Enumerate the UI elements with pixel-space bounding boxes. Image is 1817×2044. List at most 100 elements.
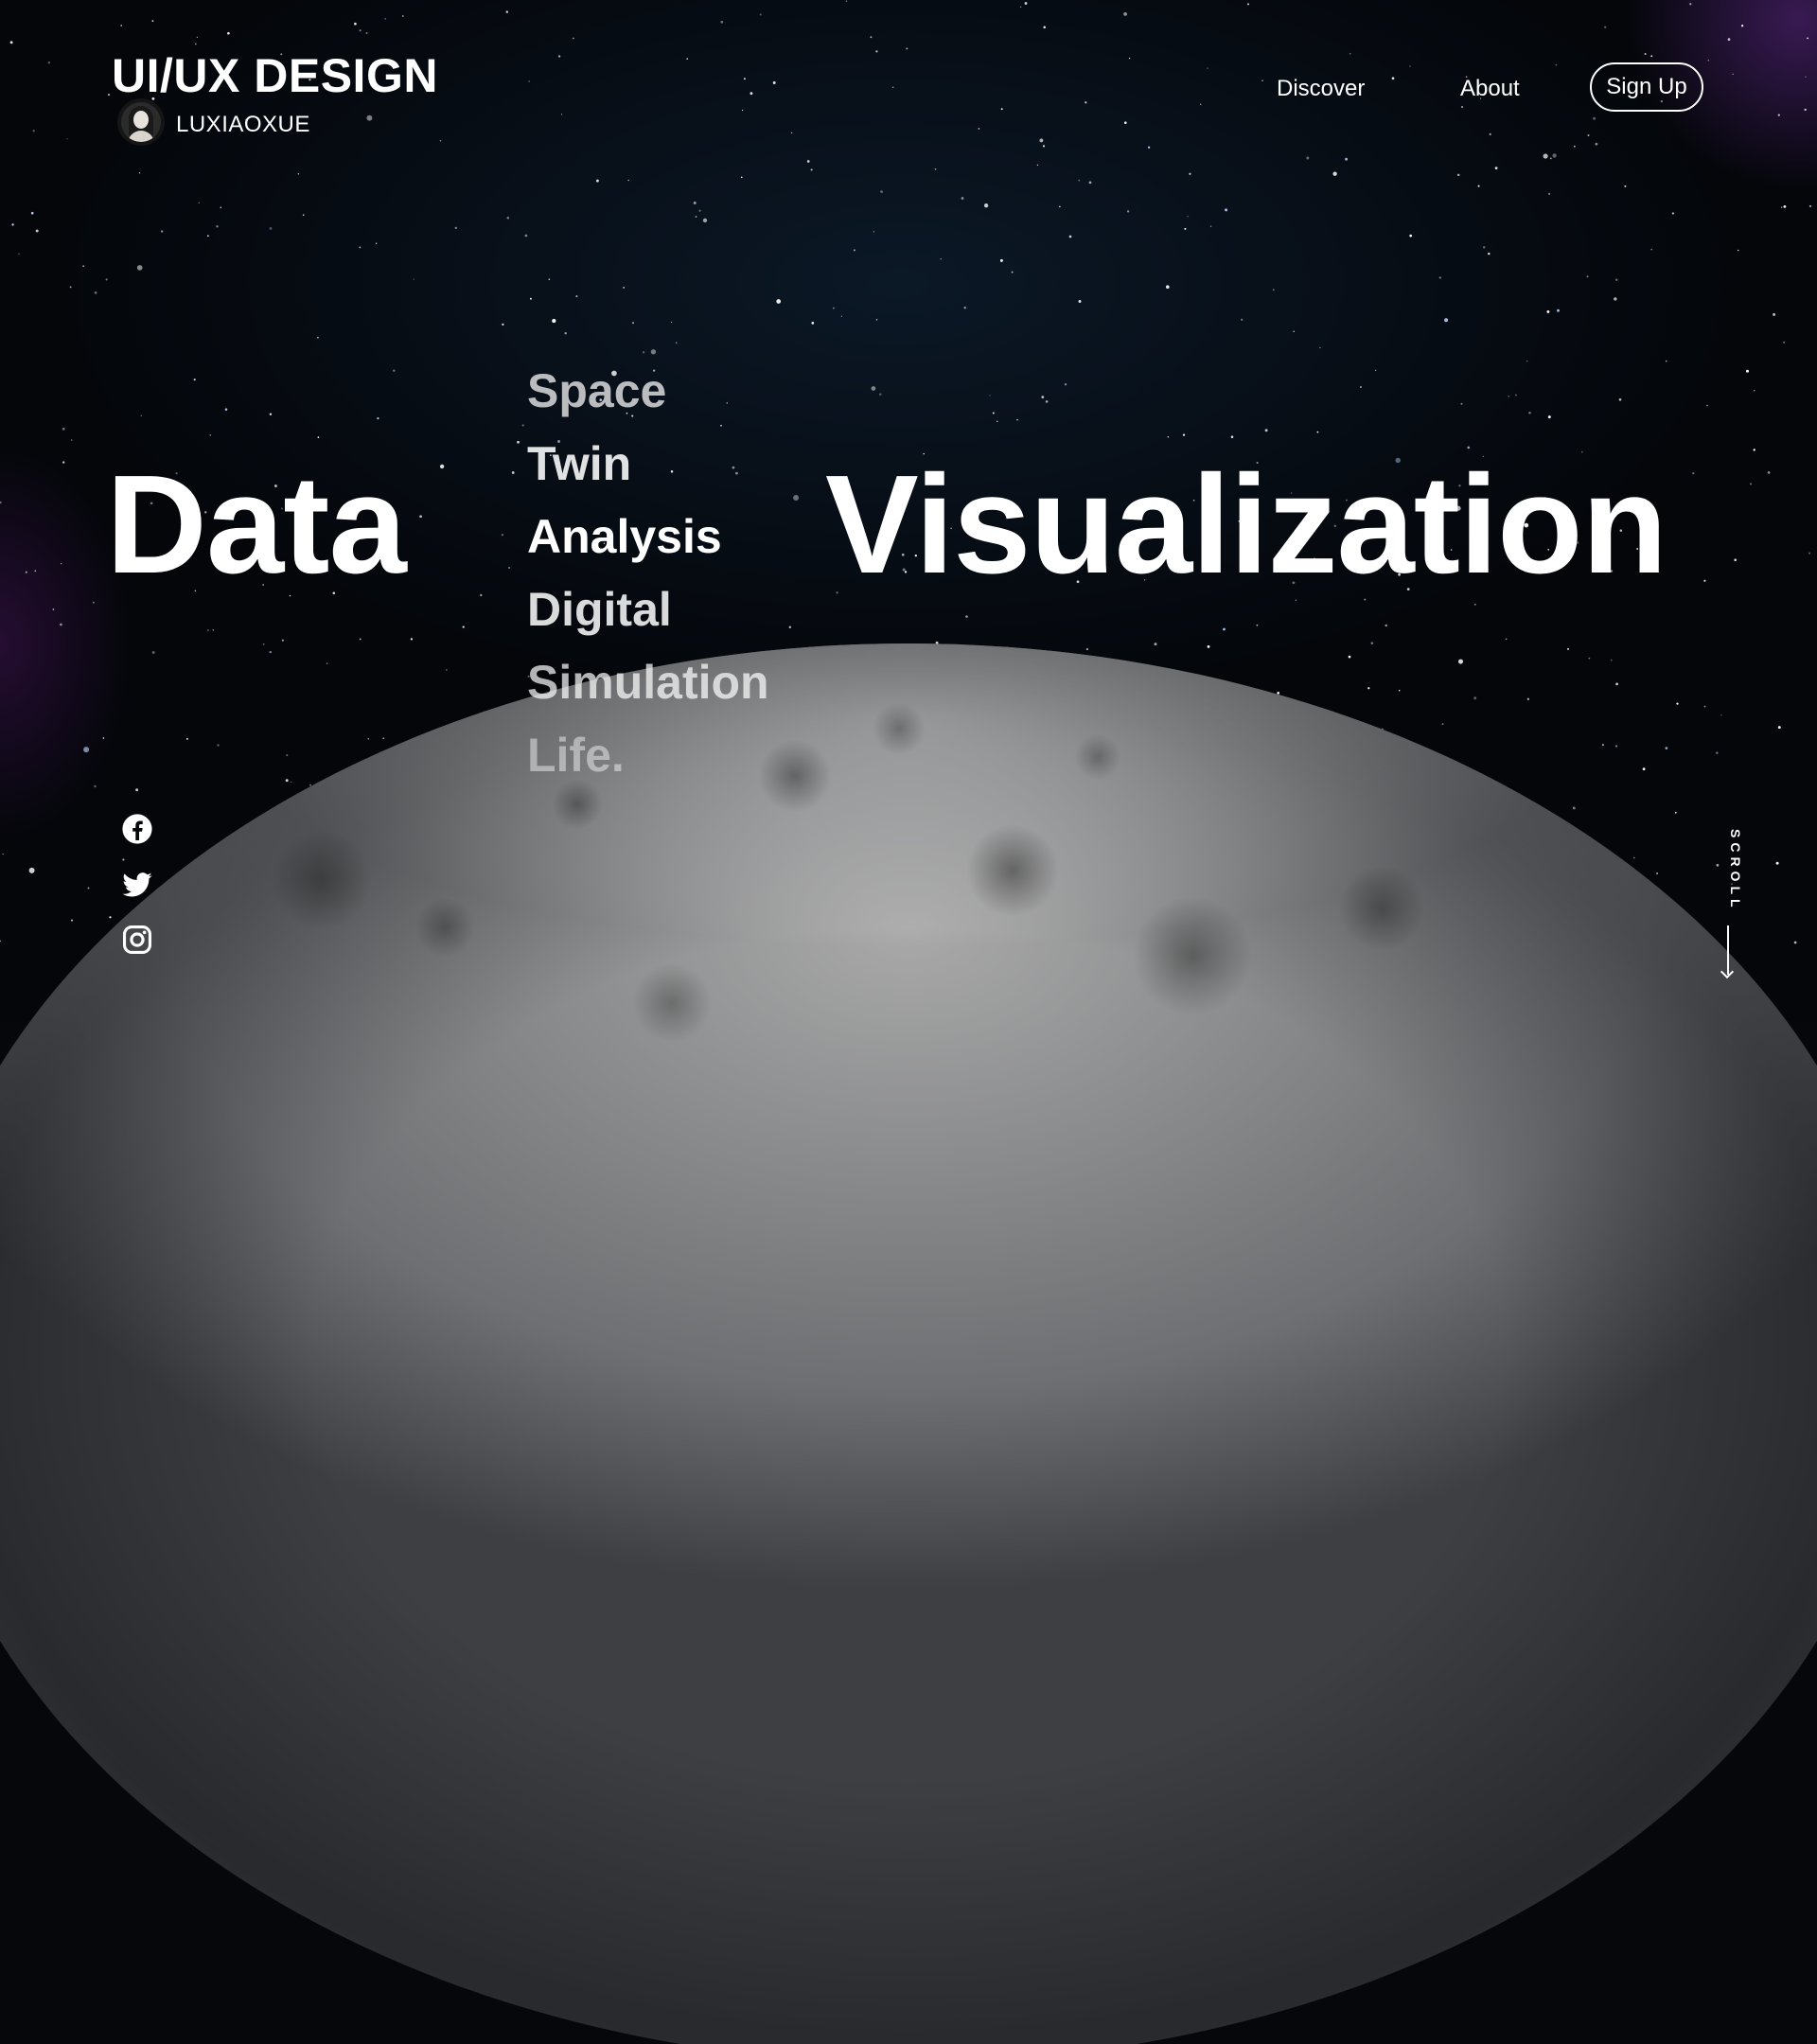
nav-about-link[interactable]: About xyxy=(1460,76,1520,102)
star xyxy=(1650,55,1653,58)
star xyxy=(879,393,882,396)
star xyxy=(1528,412,1531,414)
star xyxy=(595,179,599,183)
star xyxy=(47,62,51,64)
moon-shading xyxy=(0,643,1817,2044)
star xyxy=(194,43,197,45)
star xyxy=(1793,941,1797,944)
star xyxy=(750,92,753,96)
twitter-icon[interactable] xyxy=(121,869,153,901)
star xyxy=(776,299,782,304)
star xyxy=(317,436,320,438)
star xyxy=(1720,714,1722,716)
star xyxy=(1767,471,1771,474)
star xyxy=(1085,101,1087,104)
star xyxy=(1566,647,1570,650)
star xyxy=(1644,53,1647,55)
star xyxy=(1656,872,1658,874)
star xyxy=(1618,397,1622,401)
author-avatar[interactable] xyxy=(121,102,161,142)
star xyxy=(650,349,657,355)
star xyxy=(1456,173,1460,177)
star xyxy=(439,139,442,142)
star xyxy=(1783,341,1786,344)
star xyxy=(359,29,362,32)
star xyxy=(1604,26,1607,28)
star xyxy=(1546,309,1550,313)
star xyxy=(1808,552,1811,555)
star xyxy=(1703,579,1706,582)
star xyxy=(1671,212,1675,215)
star xyxy=(1808,204,1811,207)
star xyxy=(62,461,65,464)
star xyxy=(1488,252,1491,256)
star xyxy=(508,567,511,569)
star xyxy=(1409,234,1413,238)
star xyxy=(1045,400,1049,403)
star xyxy=(209,434,211,436)
star xyxy=(743,78,746,80)
star xyxy=(1642,767,1646,771)
star xyxy=(1477,185,1480,187)
star xyxy=(978,128,980,130)
star xyxy=(1293,330,1295,333)
star xyxy=(875,319,878,321)
star xyxy=(1332,171,1337,176)
star xyxy=(480,593,483,597)
star xyxy=(1444,318,1449,323)
star xyxy=(1614,278,1618,282)
star xyxy=(297,173,300,175)
star xyxy=(1543,153,1548,159)
star xyxy=(793,495,800,501)
star xyxy=(1547,415,1551,419)
star xyxy=(575,295,578,298)
star xyxy=(631,322,635,325)
star xyxy=(30,211,34,215)
star xyxy=(1438,276,1441,279)
star xyxy=(1165,285,1170,290)
nav-discover-link[interactable]: Discover xyxy=(1277,76,1365,102)
star xyxy=(502,323,504,326)
star xyxy=(439,464,445,469)
star xyxy=(227,31,230,35)
star xyxy=(82,265,85,268)
star xyxy=(1246,3,1250,6)
facebook-icon[interactable] xyxy=(121,813,153,845)
star xyxy=(1207,67,1208,69)
star xyxy=(94,784,97,788)
star xyxy=(1473,696,1477,700)
star xyxy=(1692,472,1695,475)
star xyxy=(1123,11,1128,16)
star xyxy=(1457,659,1464,664)
star xyxy=(1460,105,1464,109)
star xyxy=(810,168,813,171)
star xyxy=(138,172,141,174)
sign-up-button[interactable]: Sign Up xyxy=(1590,62,1703,112)
star xyxy=(384,18,386,20)
star xyxy=(720,20,724,24)
author-name[interactable]: LUXIAOXUE xyxy=(176,112,310,138)
star xyxy=(28,867,35,873)
star xyxy=(1549,157,1552,160)
star xyxy=(1064,382,1067,386)
star xyxy=(262,643,265,645)
star xyxy=(286,754,289,757)
star xyxy=(1552,153,1557,158)
instagram-icon[interactable] xyxy=(121,924,153,956)
star xyxy=(35,229,39,233)
star xyxy=(965,615,968,618)
star xyxy=(366,115,373,121)
star xyxy=(557,55,561,58)
star xyxy=(623,287,625,289)
star xyxy=(367,737,370,740)
star xyxy=(1154,643,1157,646)
star xyxy=(811,322,815,325)
star xyxy=(1000,108,1003,111)
star xyxy=(1147,146,1151,149)
scroll-label[interactable]: SCROLL xyxy=(1728,829,1743,912)
star xyxy=(1207,645,1210,648)
star xyxy=(1088,181,1092,185)
star xyxy=(501,534,504,537)
star xyxy=(354,22,357,26)
star xyxy=(1650,249,1652,251)
